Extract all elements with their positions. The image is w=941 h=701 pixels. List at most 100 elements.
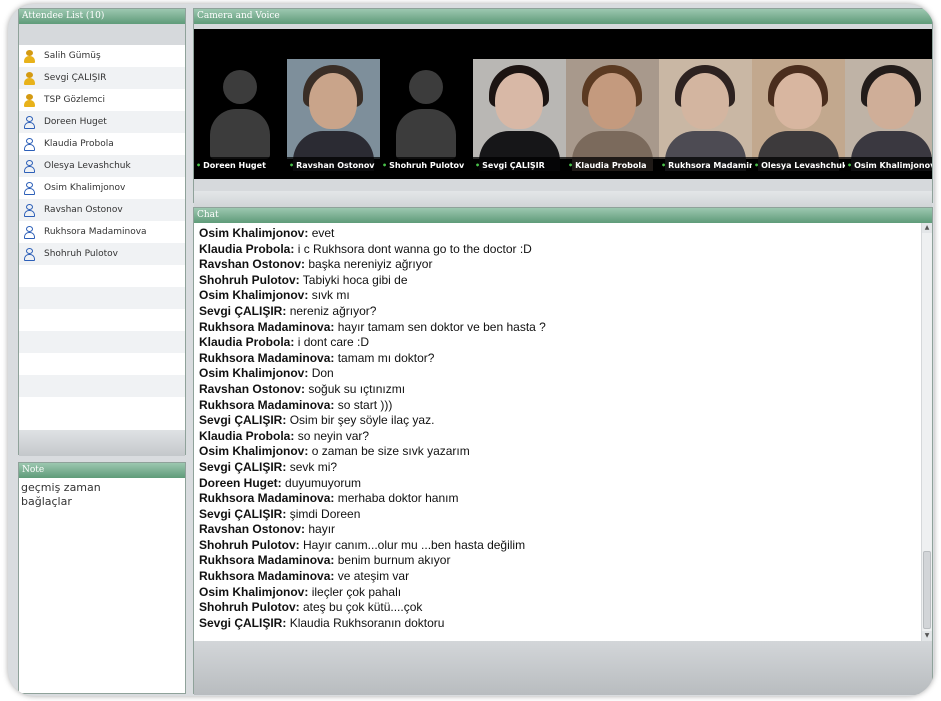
chat-sender: Rukhsora Madaminova:: [199, 397, 335, 412]
video-tile[interactable]: • Ravshan Ostonov: [287, 59, 380, 174]
chat-message: Rukhsora Madaminova: ve ateşim var: [199, 569, 916, 585]
chat-sender: Sevgi ÇALIŞIR:: [199, 303, 287, 318]
attendee-item[interactable]: TSP Gözlemci: [19, 89, 185, 111]
chat-sender: Klaudia Probola:: [199, 428, 295, 443]
chat-message: Osim Khalimjonov: ileçler çok pahalı: [199, 585, 916, 601]
video-caption: • Olesya Levashchuk: [752, 157, 845, 174]
chat-text: ileçler çok pahalı: [311, 584, 402, 599]
video-tile[interactable]: • Osim Khalimjonov: [845, 59, 932, 174]
chat-text: o zaman be size sıvk yazarım: [311, 444, 470, 459]
chat-text: merhaba doktor hanım: [337, 491, 459, 506]
empty-row: [19, 397, 185, 419]
chat-sender: Osim Khalimjonov:: [199, 288, 309, 303]
webcam-feed: [566, 59, 659, 171]
microphone-icon: •: [661, 161, 667, 170]
chat-text: şimdi Doreen: [289, 506, 361, 521]
attendee-name: Sevgi ÇALIŞIR: [44, 73, 107, 83]
participant-face: [774, 73, 822, 129]
participant-face: [309, 73, 357, 129]
attendee-item[interactable]: Shohruh Pulotov: [19, 243, 185, 265]
note-title: Note: [19, 463, 185, 478]
video-tile[interactable]: • Doreen Huget: [194, 59, 287, 174]
video-tile[interactable]: • Sevgi ÇALIŞIR: [473, 59, 566, 174]
microphone-icon: •: [196, 161, 202, 170]
video-participant-name: Ravshan Ostonov: [296, 161, 375, 170]
camera-voice-panel: Camera and Voice • Doreen Huget • Ravshan O…: [193, 8, 933, 219]
empty-row: [19, 353, 185, 375]
chat-log[interactable]: Osim Khalimjonov: evet Klaudia Probola: i…: [194, 223, 932, 641]
chat-messages: Osim Khalimjonov: evet Klaudia Probola: i…: [194, 223, 932, 631]
attendee-item[interactable]: Rukhsora Madaminova: [19, 221, 185, 243]
chat-sender: Sevgi ÇALIŞIR:: [199, 506, 287, 521]
scroll-up-arrow-icon[interactable]: ▲: [922, 223, 932, 233]
user-icon-head: [26, 181, 33, 188]
video-tile[interactable]: •Rukhsora Madaminova: [659, 59, 752, 174]
user-icon-body: [24, 165, 35, 173]
avatar-silhouette-icon: [223, 70, 257, 104]
note-text-area[interactable]: geçmiş zaman bağlaçlar: [19, 478, 185, 512]
video-tile[interactable]: • Olesya Levashchuk: [752, 59, 845, 174]
chat-text: Klaudia Rukhsoranın doktoru: [289, 615, 445, 630]
chat-text: ateş bu çok kütü....çok: [303, 600, 423, 615]
chat-text: evet: [311, 226, 335, 240]
chat-message: Sevgi ÇALIŞIR: Osim bir şey söyle ilaç y…: [199, 413, 916, 429]
avatar-silhouette-body: [396, 109, 456, 159]
chat-text: benim burnum akıyor: [337, 553, 451, 568]
video-caption: • Klaudia Probola: [566, 157, 659, 174]
user-icon-body: [24, 99, 35, 107]
attendee-item[interactable]: Ravshan Ostonov: [19, 199, 185, 221]
video-caption: • Shohruh Pulotov: [380, 157, 473, 174]
chat-sender: Ravshan Ostonov:: [199, 522, 306, 537]
attendee-item[interactable]: Klaudia Probola: [19, 133, 185, 155]
note-line: geçmiş zaman: [21, 481, 101, 494]
attendee-name: Olesya Levashchuk: [44, 161, 131, 171]
chat-message: Doreen Huget: duyumuyorum: [199, 476, 916, 492]
attendee-name: Doreen Huget: [44, 117, 107, 127]
chat-sender: Sevgi ÇALIŞIR:: [199, 413, 287, 428]
chat-text: i dont care :D: [297, 335, 370, 350]
video-caption: • Ravshan Ostonov: [287, 157, 380, 174]
chat-sender: Shohruh Pulotov:: [199, 600, 300, 615]
video-participant-name: Osim Khalimjonov: [854, 161, 932, 170]
chat-message: Shohruh Pulotov: Hayır canım...olur mu .…: [199, 538, 916, 554]
scroll-down-arrow-icon[interactable]: ▼: [922, 631, 932, 641]
user-icon: [23, 115, 36, 129]
attendee-item[interactable]: Olesya Levashchuk: [19, 155, 185, 177]
user-icon: [23, 181, 36, 195]
video-caption: • Sevgi ÇALIŞIR: [473, 157, 566, 174]
video-tile[interactable]: • Klaudia Probola: [566, 59, 659, 174]
user-icon: [23, 159, 36, 173]
chat-message: Sevgi ÇALIŞIR: sevk mi?: [199, 460, 916, 476]
chat-message: Sevgi ÇALIŞIR: nereniz ağrıyor?: [199, 304, 916, 320]
video-participant-name: Olesya Levashchuk: [761, 161, 845, 170]
chat-text: Tabiyki hoca gibi de: [302, 272, 408, 287]
chat-scrollbar[interactable]: ▲ ▼: [921, 223, 932, 641]
chat-message: Klaudia Probola: i c Rukhsora dont wanna…: [199, 242, 916, 258]
no-video-placeholder: [380, 59, 473, 159]
attendee-list-title: Attendee List (10): [19, 9, 185, 24]
attendee-item[interactable]: Sevgi ÇALIŞIR: [19, 67, 185, 89]
microphone-icon: •: [475, 161, 481, 170]
video-tile[interactable]: • Shohruh Pulotov: [380, 59, 473, 174]
video-strip: • Doreen Huget • Ravshan Ostonov • Shohruh Pu…: [194, 29, 932, 179]
attendee-item[interactable]: Salih Gümüş: [19, 45, 185, 67]
chat-message: Ravshan Ostonov: başka nereniyiz ağrıyor: [199, 257, 916, 273]
video-participant-name: Shohruh Pulotov: [389, 161, 465, 170]
chat-text: hayır: [308, 522, 336, 537]
chat-input-area[interactable]: [194, 641, 932, 695]
chat-sender: Rukhsora Madaminova:: [199, 350, 335, 365]
chat-sender: Klaudia Probola:: [199, 335, 295, 350]
user-icon-head: [26, 137, 33, 144]
video-participant-name: Rukhsora Madaminova: [668, 161, 752, 170]
chat-sender: Sevgi ÇALIŞIR:: [199, 615, 287, 630]
chat-message: Osim Khalimjonov: Don: [199, 366, 916, 382]
chat-panel: Chat Osim Khalimjonov: evet Klaudia Probo…: [193, 207, 933, 695]
chat-sender: Osim Khalimjonov:: [199, 226, 309, 240]
user-icon-body: [24, 209, 35, 217]
attendee-list-toolbar: [19, 24, 185, 45]
scroll-thumb[interactable]: [923, 551, 931, 629]
attendee-item[interactable]: Doreen Huget: [19, 111, 185, 133]
attendee-name: Salih Gümüş: [44, 51, 101, 61]
attendee-item[interactable]: Osim Khalimjonov: [19, 177, 185, 199]
chat-message: Rukhsora Madaminova: so start ))): [199, 398, 916, 414]
